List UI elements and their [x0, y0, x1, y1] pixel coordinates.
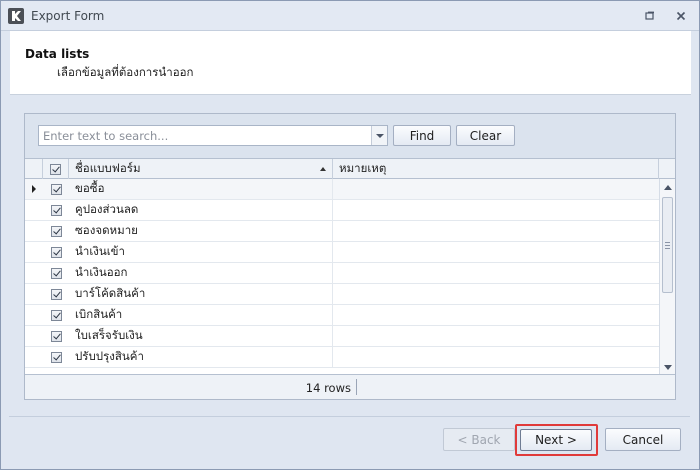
next-button[interactable]: Next > [520, 429, 592, 451]
form-name-cell[interactable]: คูปองส่วนลด [69, 200, 333, 220]
note-cell[interactable] [333, 200, 659, 220]
row-count: 14 rows [305, 381, 351, 395]
row-checkbox-cell[interactable] [43, 200, 69, 220]
find-button[interactable]: Find [393, 125, 451, 146]
row-indicator [25, 221, 43, 241]
row-checkbox-cell[interactable] [43, 284, 69, 304]
form-name-cell[interactable]: ปรับปรุงสินค้า [69, 347, 333, 367]
grip-icon [665, 245, 670, 246]
table-row[interactable]: บาร์โค้ดสินค้า [25, 284, 659, 305]
column-header-note[interactable]: หมายเหตุ [333, 159, 659, 179]
note-cell[interactable] [333, 326, 659, 346]
current-row-arrow-icon [32, 185, 36, 193]
row-checkbox-cell[interactable] [43, 179, 69, 199]
title-bar: Export Form [1, 1, 699, 31]
note-cell[interactable] [333, 347, 659, 367]
footer-divider [356, 379, 357, 395]
footer-divider-line [9, 416, 690, 417]
data-grid: ชื่อแบบฟอร์ม หมายเหตุ ขอซื้อ คูปองส่วนลดซ… [25, 158, 675, 375]
close-icon[interactable] [674, 9, 688, 23]
back-button[interactable]: < Back [443, 428, 515, 451]
note-cell[interactable] [333, 305, 659, 325]
column-header-label: หมายเหตุ [339, 161, 387, 175]
row-checkbox[interactable] [50, 183, 62, 195]
row-checkbox[interactable] [50, 288, 62, 300]
scrollbar-thumb[interactable] [662, 197, 673, 293]
form-name-cell[interactable]: บาร์โค้ดสินค้า [69, 284, 333, 304]
row-checkbox-cell[interactable] [43, 263, 69, 283]
row-indicator [25, 179, 43, 199]
table-row[interactable]: ซองจดหมาย [25, 221, 659, 242]
table-row[interactable]: คูปองส่วนลด [25, 200, 659, 221]
table-row[interactable]: ปรับปรุงสินค้า [25, 347, 659, 368]
form-name-cell[interactable]: ซองจดหมาย [69, 221, 333, 241]
restore-icon[interactable] [643, 9, 657, 23]
note-cell[interactable] [333, 242, 659, 262]
row-checkbox-cell[interactable] [43, 347, 69, 367]
note-cell[interactable] [333, 263, 659, 283]
row-checkbox[interactable] [50, 309, 62, 321]
app-logo-icon [8, 8, 24, 24]
search-box[interactable] [38, 125, 388, 146]
page-subtitle: เลือกข้อมูลที่ต้องการนำออก [57, 65, 194, 79]
row-checkbox[interactable] [50, 246, 62, 258]
grid-rows: ขอซื้อ คูปองส่วนลด ซองจดหมาย นำเงินเข้า นำเง… [25, 179, 659, 375]
row-checkbox[interactable] [50, 351, 62, 363]
cancel-button[interactable]: Cancel [605, 428, 681, 451]
row-checkbox[interactable] [50, 267, 62, 279]
page-title: Data lists [25, 47, 90, 61]
form-name-cell[interactable]: ขอซื้อ [69, 179, 333, 199]
note-cell[interactable] [333, 284, 659, 304]
select-all-checkbox-cell[interactable] [43, 159, 69, 179]
chevron-down-icon [375, 133, 384, 138]
table-row[interactable]: นำเงินเข้า [25, 242, 659, 263]
row-indicator [25, 242, 43, 262]
row-indicator [25, 347, 43, 367]
note-cell[interactable] [333, 179, 659, 199]
table-row[interactable]: ใบเสร็จรับเงิน [25, 326, 659, 347]
grip-icon [665, 248, 670, 249]
search-input[interactable] [39, 126, 371, 145]
grid-header: ชื่อแบบฟอร์ม หมายเหตุ [25, 159, 675, 179]
grid-footer: 14 rows [25, 374, 675, 399]
window-title: Export Form [31, 9, 105, 23]
row-checkbox[interactable] [50, 225, 62, 237]
form-name-cell[interactable]: นำเงินเข้า [69, 242, 333, 262]
grip-icon [665, 242, 670, 243]
form-name-cell[interactable]: ใบเสร็จรับเงิน [69, 326, 333, 346]
arrow-up-icon [663, 184, 672, 190]
sort-ascending-icon [320, 167, 326, 171]
table-row[interactable]: เบิกสินค้า [25, 305, 659, 326]
wizard-header: Data lists เลือกข้อมูลที่ต้องการนำออก [10, 31, 691, 95]
search-dropdown-button[interactable] [371, 126, 387, 145]
column-header-form-name[interactable]: ชื่อแบบฟอร์ม [69, 159, 333, 179]
scroll-up-button[interactable] [660, 179, 675, 195]
scroll-down-button[interactable] [660, 359, 675, 375]
row-indicator [25, 200, 43, 220]
row-indicator-header [25, 159, 43, 179]
row-indicator [25, 284, 43, 304]
table-row[interactable]: นำเงินออก [25, 263, 659, 284]
row-indicator [25, 263, 43, 283]
form-name-cell[interactable]: นำเงินออก [69, 263, 333, 283]
row-checkbox-cell[interactable] [43, 221, 69, 241]
vertical-scrollbar[interactable] [659, 179, 675, 375]
column-header-label: ชื่อแบบฟอร์ม [75, 161, 141, 175]
arrow-down-icon [663, 364, 672, 370]
row-checkbox[interactable] [50, 330, 62, 342]
row-indicator [25, 305, 43, 325]
row-checkbox-cell[interactable] [43, 242, 69, 262]
form-name-cell[interactable]: เบิกสินค้า [69, 305, 333, 325]
note-cell[interactable] [333, 221, 659, 241]
row-checkbox[interactable] [50, 204, 62, 216]
table-row[interactable]: ขอซื้อ [25, 179, 659, 200]
select-all-checkbox[interactable] [50, 163, 61, 175]
clear-button[interactable]: Clear [456, 125, 515, 146]
row-checkbox-cell[interactable] [43, 305, 69, 325]
row-indicator [25, 326, 43, 346]
row-checkbox-cell[interactable] [43, 326, 69, 346]
